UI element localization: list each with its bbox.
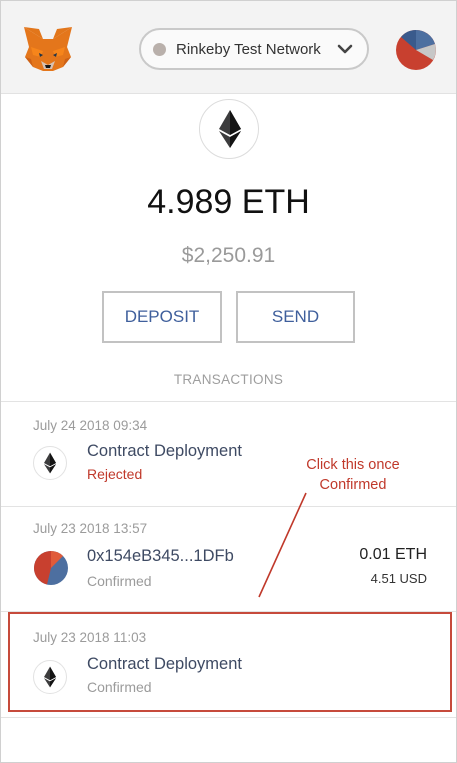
annotation-highlight-box [8, 612, 452, 712]
transaction-status: Confirmed [87, 573, 152, 589]
transaction-date: July 24 2018 09:34 [33, 418, 148, 433]
fiat-balance: $2,250.91 [181, 244, 276, 267]
network-selector[interactable]: Rinkeby Test Network [139, 28, 369, 70]
deposit-button[interactable]: DEPOSIT [102, 291, 222, 343]
metamask-fox-icon[interactable] [21, 25, 75, 73]
ether-icon [33, 446, 67, 480]
network-label: Rinkeby Test Network [176, 40, 321, 58]
transaction-title: Contract Deployment [87, 442, 242, 460]
transaction-date: July 23 2018 13:57 [33, 521, 148, 536]
ether-icon [219, 110, 241, 148]
recipient-avatar-icon [34, 551, 68, 585]
annotation-text: Click this once Confirmed [306, 457, 400, 493]
eth-balance: 4.989 ETH [147, 183, 310, 221]
transaction-row[interactable]: July 23 2018 13:57 0x154eB345...1DFb Con… [1, 507, 456, 611]
transactions-heading: TRANSACTIONS [173, 372, 284, 387]
transaction-fiat-amount: 4.51 USD [370, 571, 427, 586]
app-header: Rinkeby Test Network [1, 1, 456, 94]
transaction-amount: 0.01 ETH [359, 546, 427, 563]
metamask-popup: Rinkeby Test Network 4.989 ETH $2,250.91… [0, 0, 457, 763]
transaction-status: Rejected [87, 466, 143, 482]
network-status-dot [153, 42, 166, 56]
account-avatar-icon[interactable] [395, 29, 437, 71]
chevron-down-icon [337, 44, 353, 54]
send-button[interactable]: SEND [236, 291, 355, 343]
ether-logo [199, 99, 259, 159]
transaction-recipient: 0x154eB345...1DFb [87, 547, 234, 565]
divider [1, 717, 456, 718]
